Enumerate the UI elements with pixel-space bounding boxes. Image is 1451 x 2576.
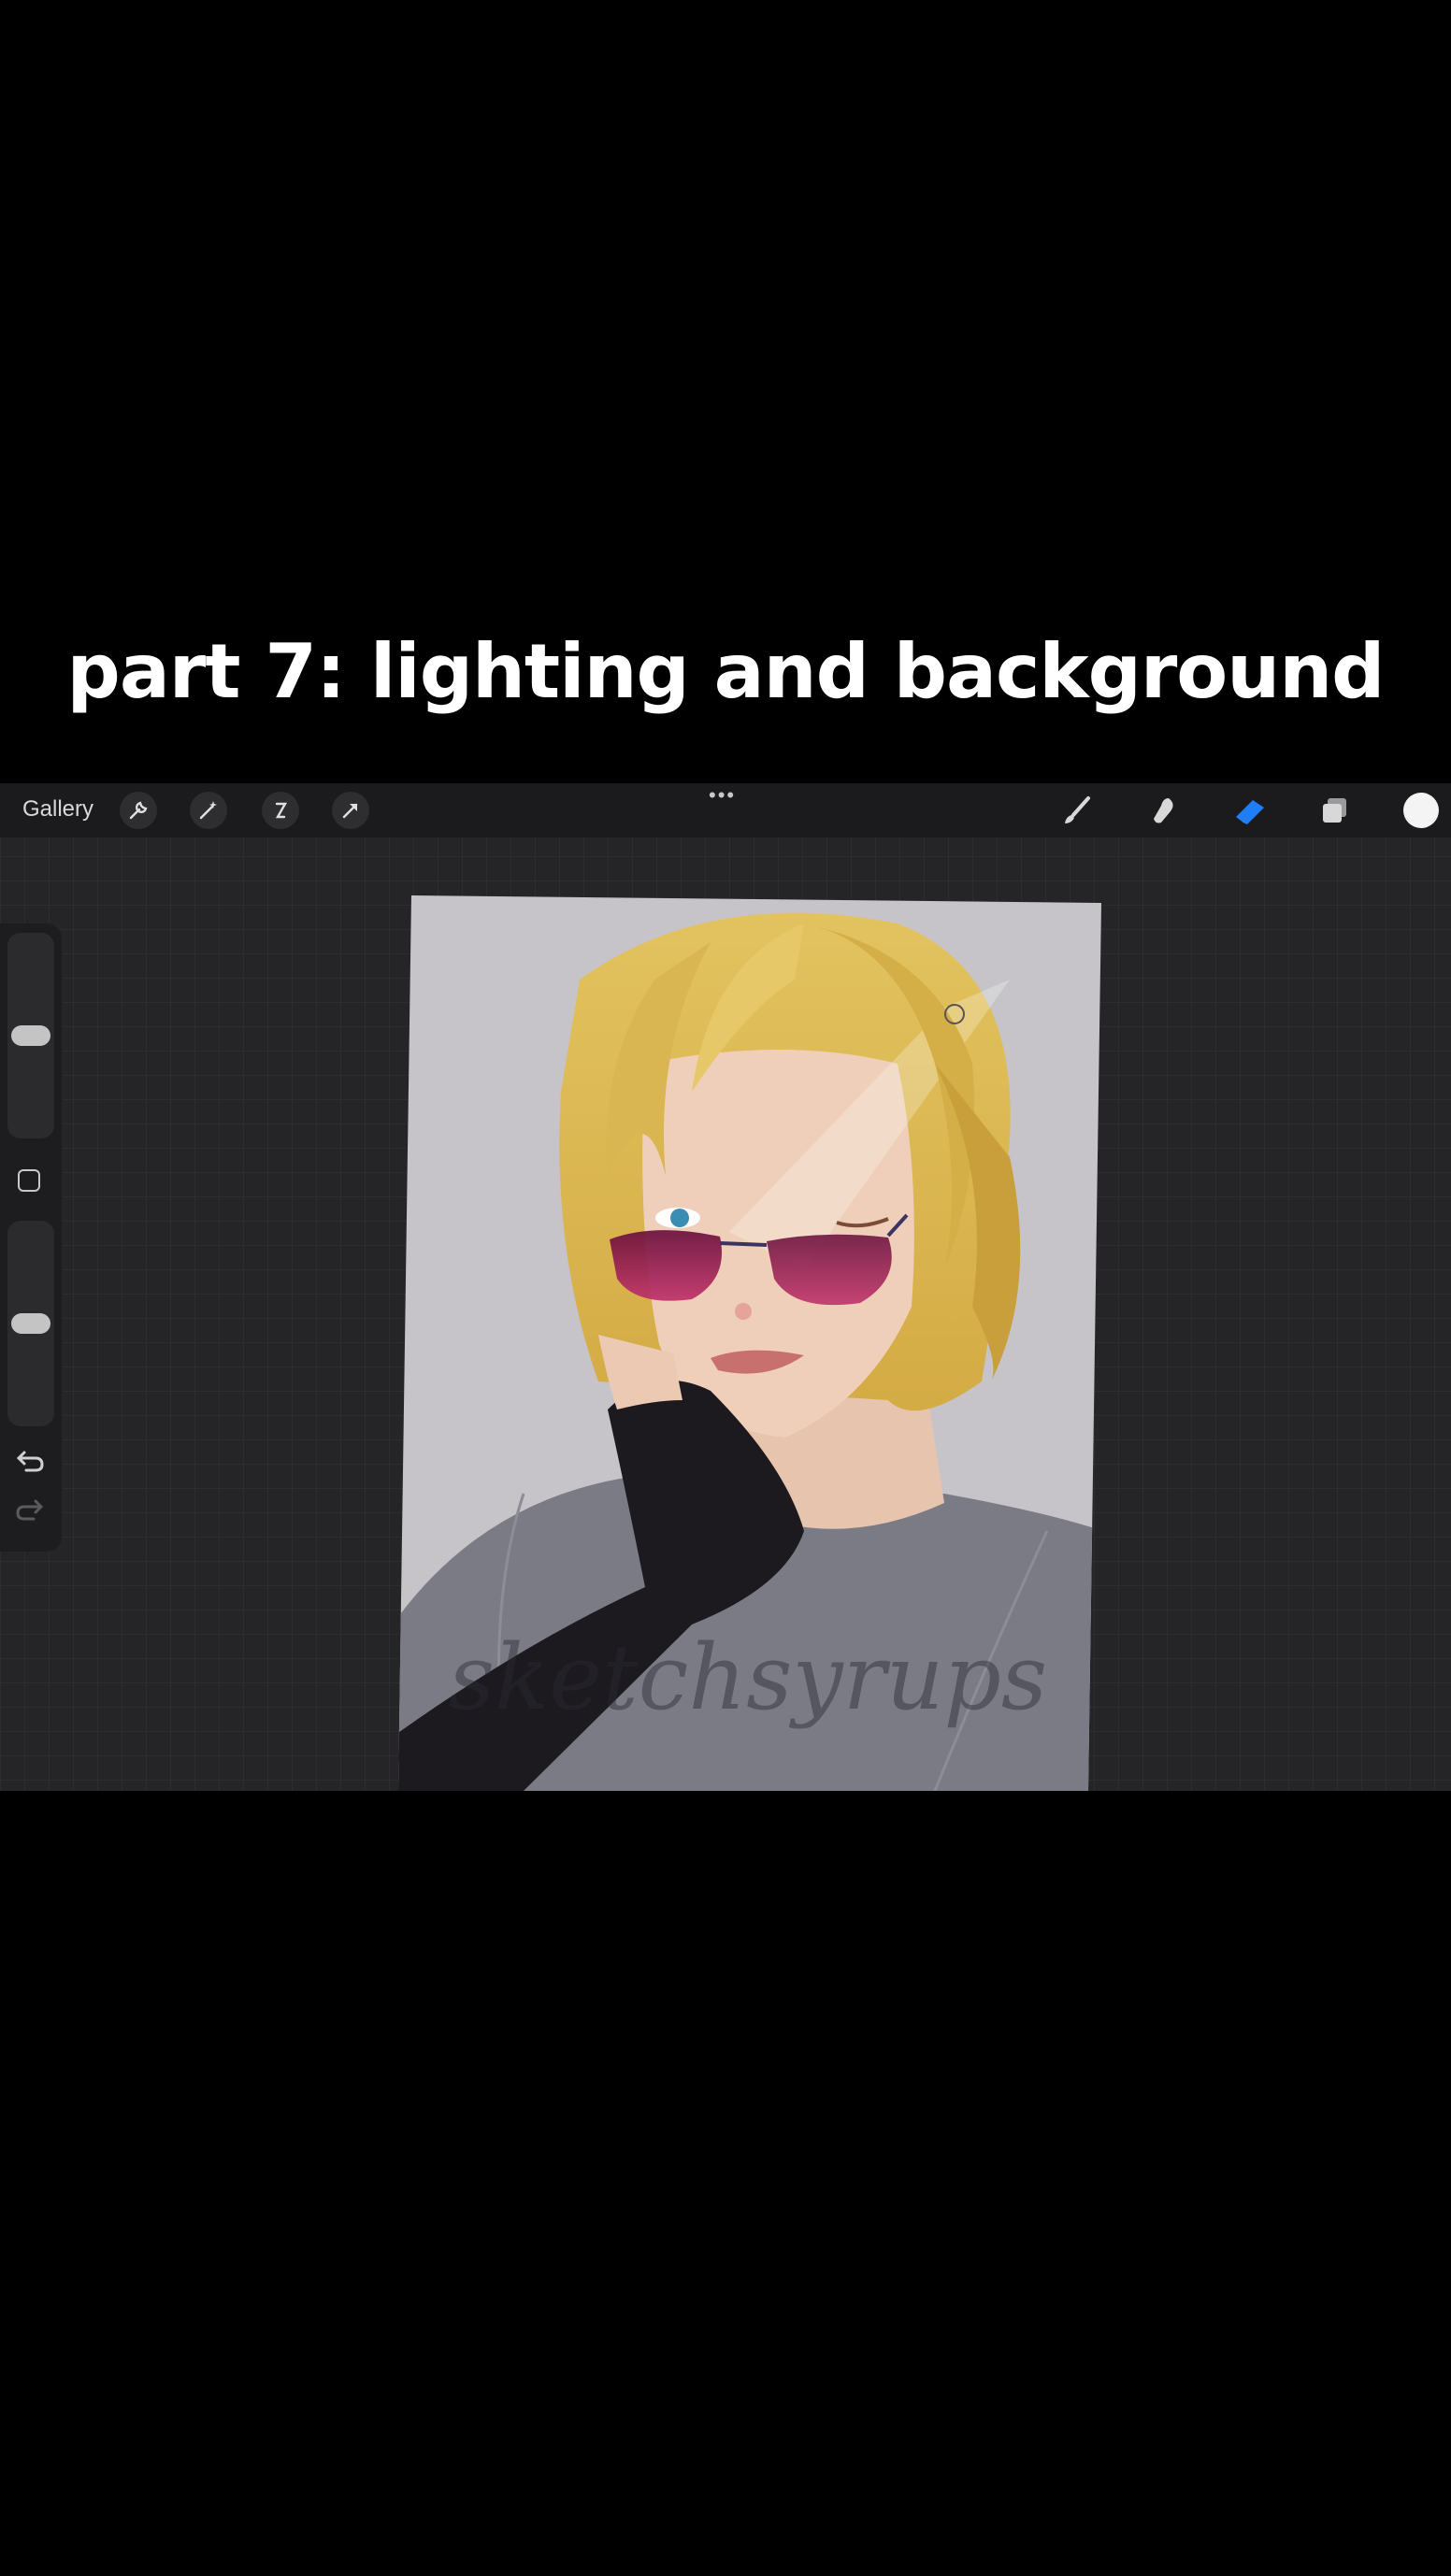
modify-square-icon[interactable] xyxy=(18,1169,40,1192)
brush-size-thumb[interactable] xyxy=(11,1025,50,1046)
opacity-thumb[interactable] xyxy=(11,1313,50,1334)
smudge-tool-button[interactable] xyxy=(1144,793,1182,830)
magic-wand-icon xyxy=(199,801,217,820)
brush-tool-button[interactable] xyxy=(1058,793,1096,830)
layers-button[interactable] xyxy=(1316,793,1354,830)
color-picker-button[interactable] xyxy=(1403,793,1439,828)
procreate-app: sketchsyrups Gallery ••• xyxy=(0,783,1451,1791)
sidebar xyxy=(0,923,62,1552)
transform-arrow-icon xyxy=(342,803,358,819)
actions-button[interactable] xyxy=(120,792,157,829)
brush-size-slider[interactable] xyxy=(7,933,54,1138)
wrench-icon xyxy=(129,801,148,820)
opacity-slider[interactable] xyxy=(7,1221,54,1426)
video-caption: part 7: lighting and background xyxy=(66,628,1386,715)
redo-icon[interactable] xyxy=(13,1496,47,1524)
eraser-icon xyxy=(1236,800,1264,824)
brush-icon xyxy=(1065,796,1090,823)
eraser-tool-button[interactable] xyxy=(1230,793,1268,830)
artwork-canvas[interactable]: sketchsyrups xyxy=(0,783,1451,1791)
smudge-icon xyxy=(1154,798,1173,823)
layers-icon xyxy=(1323,798,1346,823)
top-toolbar: Gallery ••• xyxy=(0,783,1451,837)
brush-cursor xyxy=(944,1004,965,1024)
selection-button[interactable] xyxy=(262,792,299,829)
adjustments-button[interactable] xyxy=(190,792,227,829)
more-options[interactable]: ••• xyxy=(709,783,736,808)
gallery-button[interactable]: Gallery xyxy=(22,796,93,823)
selection-icon xyxy=(275,802,288,819)
watermark: sketchsyrups xyxy=(449,1625,1047,1730)
transform-button[interactable] xyxy=(332,792,369,829)
undo-icon[interactable] xyxy=(13,1447,47,1475)
